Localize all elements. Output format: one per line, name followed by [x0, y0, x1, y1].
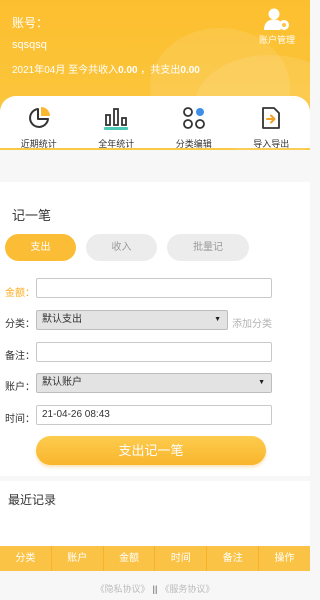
column-header: 时间	[155, 546, 208, 571]
account-manage-button[interactable]: 账户管理	[252, 7, 302, 46]
amount-label: 金额：	[5, 288, 35, 299]
monthly-summary: 2021年04月 至今共收入0.00 ，共支出0.00	[12, 61, 200, 76]
note-field[interactable]	[36, 342, 272, 362]
privacy-link[interactable]: 《隐私协议》	[96, 584, 150, 594]
column-header: 分类	[0, 546, 52, 571]
note-label: 备注：	[5, 351, 35, 362]
tab-income[interactable]: 收入	[86, 234, 157, 261]
nav-label: 分类编辑	[175, 139, 212, 149]
tab-expense[interactable]: 支出	[5, 234, 76, 261]
account-manage-label: 账户管理	[258, 35, 295, 45]
add-category-link[interactable]: 添加分类	[232, 315, 272, 330]
summary-middle: ，共支出	[137, 65, 181, 76]
category-grid-icon	[182, 107, 205, 129]
column-header: 备注	[207, 546, 260, 571]
category-value: 默认支出	[42, 314, 82, 325]
nav-recent-stats[interactable]: 近期统计	[0, 96, 78, 149]
column-header: 金额	[104, 546, 156, 571]
dropdown-arrow-icon: ▼	[214, 316, 221, 323]
account-value: 默认账户	[42, 377, 82, 388]
nav-category-edit[interactable]: 分类编辑	[155, 96, 233, 149]
quick-nav: 近期统计 全年统计 分类编辑 导入导出	[0, 96, 311, 149]
expense-total: 0.00	[180, 65, 200, 76]
recent-title: 最近记录	[8, 493, 57, 507]
footer-separator: ||	[152, 584, 158, 594]
account-select[interactable]: 默认账户 ▼	[36, 373, 272, 393]
service-link[interactable]: 《服务协议》	[160, 584, 214, 594]
bar-chart-icon	[104, 108, 129, 130]
category-select[interactable]: 默认支出 ▼	[36, 310, 228, 330]
record-panel: 记一笔 支出 收入 批量记 金额： 分类： 默认支出 ▼ 添加分类 备注： 账户…	[0, 182, 310, 476]
time-label: 时间：	[5, 414, 35, 425]
submit-expense-button[interactable]: 支出记一笔	[36, 436, 266, 465]
import-export-icon	[262, 107, 281, 129]
records-table-header: 分类 账户 金额 时间 备注 操作	[0, 546, 310, 571]
panel-title: 记一笔	[12, 208, 52, 223]
time-field[interactable]: 21-04-26 08:43	[36, 405, 272, 425]
user-settings-icon	[264, 8, 289, 30]
tab-batch[interactable]: 批量记	[167, 234, 249, 261]
income-total: 0.00	[118, 65, 138, 76]
nav-label: 近期统计	[20, 139, 57, 149]
category-label: 分类：	[5, 319, 35, 330]
account-label: 账号：	[12, 16, 49, 30]
pie-chart-icon	[28, 107, 50, 128]
nav-label: 全年统计	[98, 139, 135, 149]
footer: 《隐私协议》 || 《服务协议》	[0, 582, 310, 595]
column-header: 操作	[274, 553, 295, 564]
summary-prefix: 2021年04月 至今共收入	[12, 65, 119, 76]
account-name: sqsqsq	[12, 39, 47, 51]
account-select-label: 账户：	[5, 382, 35, 393]
nav-import-export[interactable]: 导入导出	[233, 96, 311, 149]
amount-field[interactable]	[36, 278, 272, 298]
recent-records: 最近记录 分类 账户 金额 时间 备注 操作	[0, 481, 310, 571]
nav-label: 导入导出	[253, 139, 290, 149]
column-header: 账户	[52, 546, 104, 571]
dropdown-arrow-icon: ▼	[258, 379, 265, 386]
nav-annual-stats[interactable]: 全年统计	[78, 96, 156, 149]
